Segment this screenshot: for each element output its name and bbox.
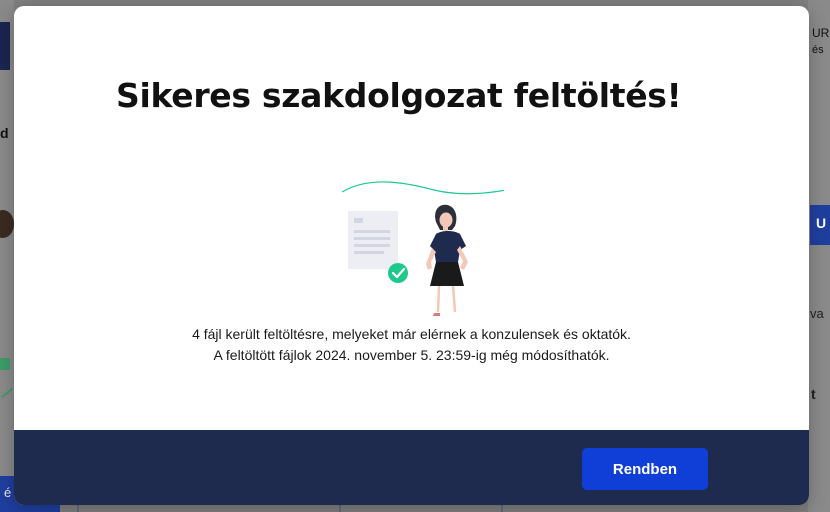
dialog-footer: Rendben xyxy=(14,430,809,505)
ok-button[interactable]: Rendben xyxy=(582,448,708,490)
background-header-fragment xyxy=(0,22,10,70)
document-icon xyxy=(348,211,398,269)
background-left-strip xyxy=(0,0,14,512)
background-button-fragment: U xyxy=(810,205,830,245)
background-text-fragment: t xyxy=(811,386,816,402)
success-dialog: Sikeres szakdolgozat feltöltés! 4 fájl k… xyxy=(14,6,809,505)
background-text-fragment: UR xyxy=(812,26,830,40)
background-text-fragment: va xyxy=(810,306,824,321)
decorative-wave xyxy=(341,181,504,195)
message-line: 4 fájl került feltöltésre, melyeket már … xyxy=(192,326,631,342)
dialog-title: Sikeres szakdolgozat feltöltés! xyxy=(116,76,682,115)
upload-success-illustration xyxy=(341,181,504,316)
background-text-fragment: d xyxy=(0,125,9,141)
dialog-message: 4 fájl került feltöltésre, melyeket már … xyxy=(14,324,809,366)
woman-illustration xyxy=(426,204,468,316)
background-status-fragment xyxy=(0,358,10,370)
message-line: A feltöltött fájlok 2024. november 5. 23… xyxy=(213,347,610,363)
check-circle-icon xyxy=(388,263,408,283)
background-text-fragment: és xyxy=(812,44,824,56)
background-right-strip xyxy=(808,0,830,512)
